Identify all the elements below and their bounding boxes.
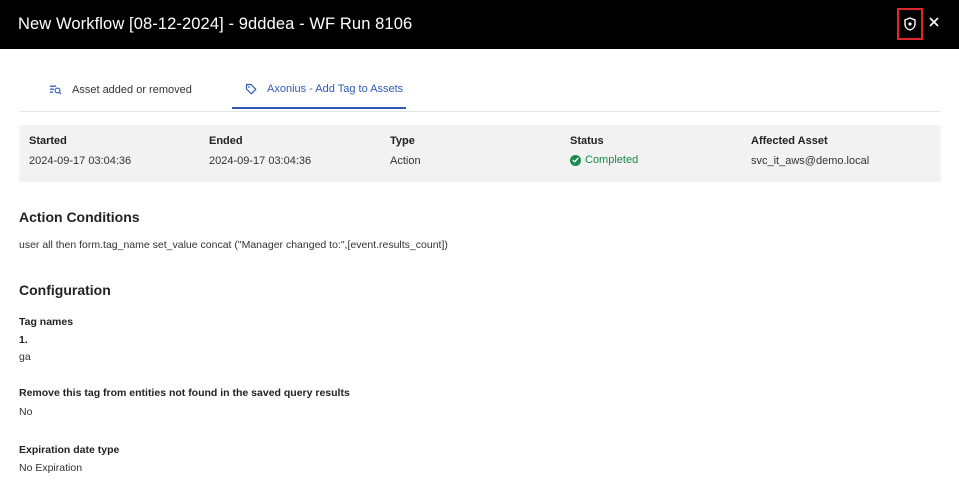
started-value: 2024-09-17 03:04:36 xyxy=(29,155,132,167)
action-conditions-title: Action Conditions xyxy=(19,209,140,225)
tab-asset-added-or-removed[interactable]: Asset added or removed xyxy=(49,70,192,110)
affected-asset-label: Affected Asset xyxy=(751,135,828,147)
remove-tag-label: Remove this tag from entities not found … xyxy=(19,387,350,399)
type-label: Type xyxy=(390,135,415,147)
started-column: Started 2024-09-17 03:04:36 xyxy=(29,135,131,167)
expiration-type-label: Expiration date type xyxy=(19,444,120,456)
ended-column: Ended 2024-09-17 03:04:36 xyxy=(209,135,311,167)
dialog-title: New Workflow [08-12-2024] - 9dddea - WF … xyxy=(18,15,413,33)
remove-tag-value: No xyxy=(19,406,33,418)
tab-bar: Asset added or removed Axonius - Add Tag… xyxy=(19,70,941,112)
status-value: Completed xyxy=(585,154,639,166)
expiration-type-value: No Expiration xyxy=(19,462,83,474)
tag-icon xyxy=(245,83,257,95)
configuration-title: Configuration xyxy=(19,282,111,298)
check-circle-icon xyxy=(570,154,581,166)
affected-asset-value: svc_it_aws@demo.local xyxy=(751,155,870,167)
tab-label: Asset added or removed xyxy=(72,84,192,96)
shield-button[interactable] xyxy=(897,8,923,40)
affected-asset-column: Affected Asset svc_it_aws@demo.local xyxy=(751,135,869,167)
tag-item-index: 1. xyxy=(19,334,28,346)
tab-axonius-add-tag[interactable]: Axonius - Add Tag to Assets xyxy=(232,70,406,109)
tab-label: Axonius - Add Tag to Assets xyxy=(267,82,404,95)
type-value: Action xyxy=(390,155,421,167)
tag-item-value: ga xyxy=(19,351,31,363)
run-summary-panel: Started 2024-09-17 03:04:36 Ended 2024-0… xyxy=(19,125,941,182)
ended-label: Ended xyxy=(209,135,243,147)
dialog-header: New Workflow [08-12-2024] - 9dddea - WF … xyxy=(0,0,959,49)
shield-icon xyxy=(904,17,916,31)
tag-names-label: Tag names xyxy=(19,316,74,328)
status-badge: Completed xyxy=(570,154,638,166)
asset-search-icon xyxy=(49,84,62,96)
action-conditions-text: user all then form.tag_name set_value co… xyxy=(19,239,448,251)
ended-value: 2024-09-17 03:04:36 xyxy=(209,155,312,167)
close-button[interactable] xyxy=(922,10,946,34)
started-label: Started xyxy=(29,135,67,147)
close-icon xyxy=(929,17,939,27)
status-column: Status Completed xyxy=(570,135,638,166)
status-label: Status xyxy=(570,135,604,147)
type-column: Type Action xyxy=(390,135,421,167)
